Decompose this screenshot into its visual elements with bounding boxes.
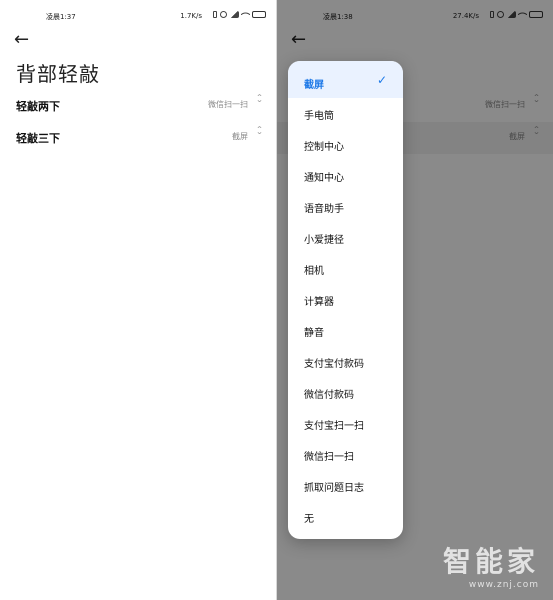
menu-item[interactable]: 微信付款码 xyxy=(288,377,403,408)
status-bar: 凌晨1:37 1.7K/s xyxy=(0,9,276,24)
bluetooth-icon xyxy=(213,11,217,18)
menu-item[interactable]: 相机 xyxy=(288,253,403,284)
page-title: 背部轻敲 xyxy=(16,62,100,86)
menu-item[interactable]: 控制中心 xyxy=(288,129,403,160)
menu-item-label: 语音助手 xyxy=(304,204,344,215)
menu-item-label: 支付宝付款码 xyxy=(304,359,364,370)
menu-item[interactable]: 小爱捷径 xyxy=(288,222,403,253)
menu-item-label: 小爱捷径 xyxy=(304,235,344,246)
menu-item[interactable]: 手电筒 xyxy=(288,98,403,129)
setting-value: 微信扫一扫 xyxy=(208,100,248,109)
menu-item[interactable]: 静音 xyxy=(288,315,403,346)
menu-item[interactable]: 语音助手 xyxy=(288,191,403,222)
setting-row-triple-tap[interactable]: 轻敲三下 截屏 ˆˇ xyxy=(0,122,276,154)
action-dropdown-menu: 截屏 ✓ 手电筒控制中心通知中心语音助手小爱捷径相机计算器静音支付宝付款码 微信付款码… xyxy=(288,61,403,539)
menu-item-label: 抓取问题日志 xyxy=(304,483,364,494)
back-arrow-icon[interactable]: ← xyxy=(14,30,34,50)
setting-label: 轻敲三下 xyxy=(16,132,60,145)
setting-label: 轻敲两下 xyxy=(16,100,60,113)
watermark-main-text: 智能家 xyxy=(442,545,539,578)
alarm-icon xyxy=(220,11,227,18)
wifi-icon xyxy=(240,9,251,20)
menu-item[interactable]: 通知中心 xyxy=(288,160,403,191)
setting-row-double-tap[interactable]: 轻敲两下 微信扫一扫 ˆˇ xyxy=(0,90,276,122)
network-speed: 1.7K/s xyxy=(180,12,202,20)
watermark-logo: 智能家 www.znj.com xyxy=(443,540,539,590)
watermark-url: www.znj.com xyxy=(468,580,539,590)
up-down-chevron-icon: ˆˇ xyxy=(256,126,263,143)
menu-item-label: 微信付款码 xyxy=(304,390,354,401)
menu-item-label: 手电筒 xyxy=(304,111,334,122)
menu-item-label: 控制中心 xyxy=(304,142,344,153)
menu-item[interactable]: 无 xyxy=(288,501,403,532)
menu-item-label: 计算器 xyxy=(304,297,334,308)
up-down-chevron-icon: ˆˇ xyxy=(256,94,263,111)
menu-item-label: 无 xyxy=(304,514,314,525)
menu-item[interactable]: 截屏 ✓ xyxy=(288,61,403,98)
menu-item[interactable]: 抓取问题日志 xyxy=(288,470,403,501)
menu-item-label: 截屏 xyxy=(304,80,324,91)
checkmark-icon: ✓ xyxy=(376,73,387,87)
menu-item[interactable]: 微信扫一扫 xyxy=(288,439,403,470)
menu-item-label: 相机 xyxy=(304,266,324,277)
status-time: 凌晨1:37 xyxy=(46,13,76,21)
right-screen: 凌晨1:38 27.4K/s ← 微信扫一扫 ˆˇ 截屏 ˆˇ 截屏 ✓ 手电筒 控制… xyxy=(277,0,553,600)
menu-item[interactable]: 计算器 xyxy=(288,284,403,315)
left-screen: 凌晨1:37 1.7K/s ← 背部轻敲 轻敲两下 微信扫一扫 ˆˇ 轻敲三下 … xyxy=(0,0,276,600)
menu-item-label: 通知中心 xyxy=(304,173,344,184)
menu-item-label: 支付宝扫一扫 xyxy=(304,421,364,432)
status-icons xyxy=(213,9,266,20)
menu-item[interactable]: 支付宝付款码 xyxy=(288,346,403,377)
signal-icon xyxy=(230,11,239,18)
setting-value: 截屏 xyxy=(232,132,248,141)
menu-item-label: 微信扫一扫 xyxy=(304,452,354,463)
menu-item-label: 静音 xyxy=(304,328,324,339)
menu-item[interactable]: 支付宝扫一扫 xyxy=(288,408,403,439)
battery-icon xyxy=(252,11,266,18)
